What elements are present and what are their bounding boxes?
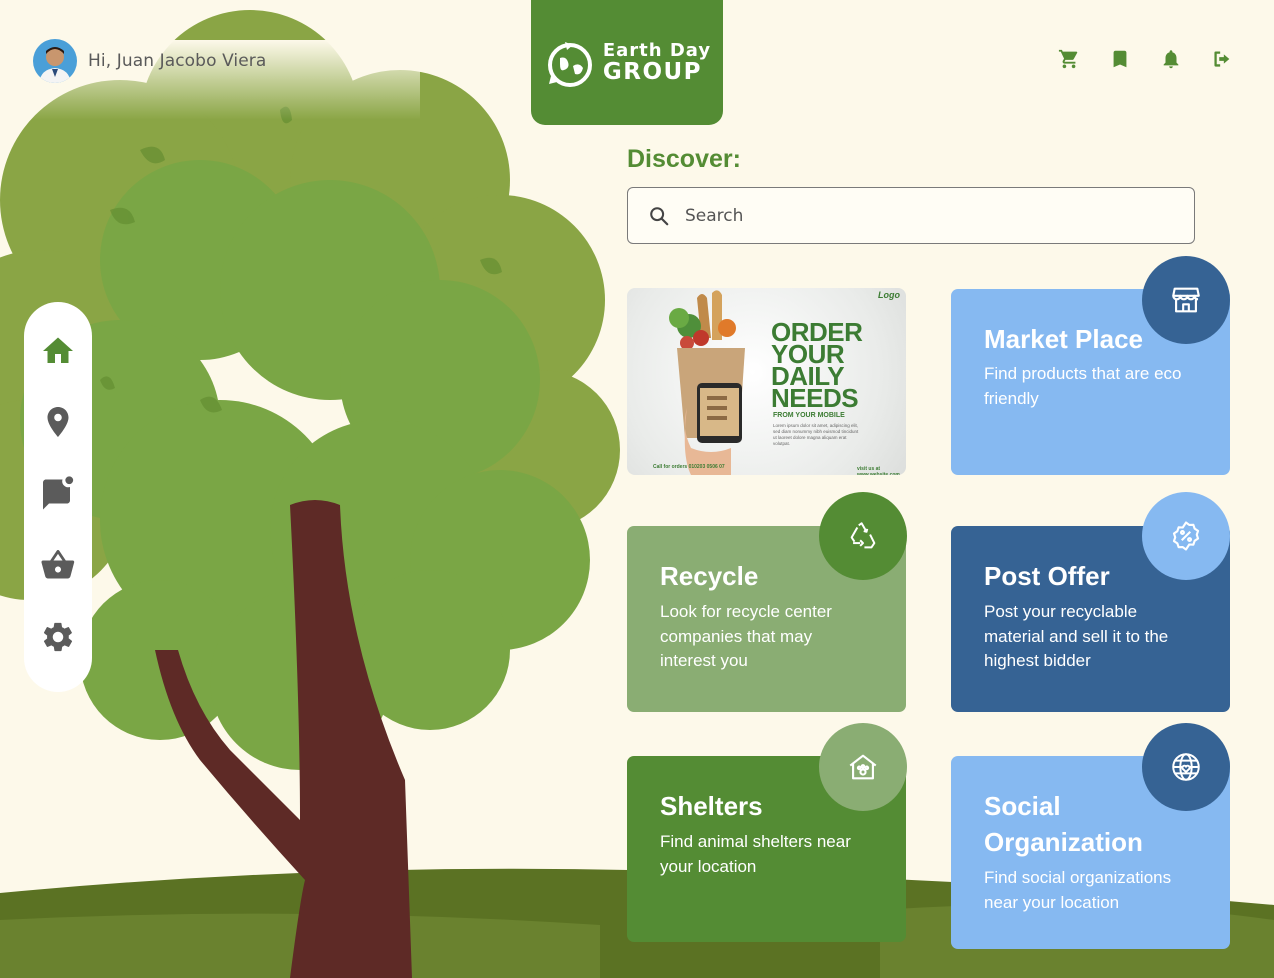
card-title: Market Place [984,324,1143,354]
recycle-icon [850,522,876,549]
promo-body: Lorem ipsum dolor sit amet, adipiscing e… [773,423,859,446]
discount-badge-icon [1172,521,1200,551]
card-description: Find animal shelters near your location [660,832,851,876]
search-icon [650,207,669,226]
cart-icon[interactable] [1058,48,1080,70]
discover-heading: Discover: [627,145,741,173]
header-actions [1058,48,1233,70]
social-badge [1142,723,1230,811]
promo-call: Call for orders 010203 0506 07 [653,464,725,470]
search-box[interactable] [627,187,1195,244]
card-title: Shelters [660,791,763,821]
post-offer-badge [1142,492,1230,580]
promo-title: ORDER YOUR DAILY NEEDS [771,317,863,413]
shelters-badge [819,723,907,811]
promo-logo: Logo [878,290,900,300]
greeting-text: Hi, Juan Jacobo Viera [88,51,267,71]
logout-icon[interactable] [1211,48,1233,70]
brand-name-line2: GROUP [602,58,703,85]
basket-icon[interactable] [40,547,76,583]
promo-subtitle: FROM YOUR MOBILE [773,412,845,419]
bookmark-icon[interactable] [1109,48,1131,70]
home-icon[interactable] [40,333,76,369]
card-title: Post Offer [984,561,1110,591]
pet-house-icon [849,754,877,780]
sidebar-nav [24,302,92,692]
recycle-badge [819,492,907,580]
user-greeting: Hi, Juan Jacobo Viera [33,39,266,83]
promo-visit: visit us at www.website.com [857,466,900,475]
gear-icon[interactable] [40,619,76,655]
message-icon[interactable] [40,475,76,511]
promo-banner[interactable]: Logo ORDER YOUR DAILY NEEDS FROM YOUR MO… [627,288,906,475]
earth-logo-icon [547,41,592,87]
market-badge [1142,256,1230,344]
storefront-icon [1172,287,1200,313]
card-title: Recycle [660,561,759,591]
bell-icon[interactable] [1160,48,1182,70]
card-description: Find products that are eco friendly [984,364,1182,408]
location-pin-icon[interactable] [40,404,76,440]
globe-heart-icon [1172,753,1200,781]
brand-name-line1: Earth Day [602,39,712,61]
card-description: Look for recycle center companies that m… [660,602,832,670]
avatar[interactable] [33,39,77,83]
card-description: Post your recyclable material and sell i… [984,602,1169,670]
grocery-bag-image [669,290,745,475]
card-title: Social Organization [984,791,1143,857]
brand-logo[interactable]: Earth Day GROUP [531,0,723,125]
card-description: Find social organizations near your loca… [984,868,1172,912]
search-input[interactable] [683,202,1167,230]
